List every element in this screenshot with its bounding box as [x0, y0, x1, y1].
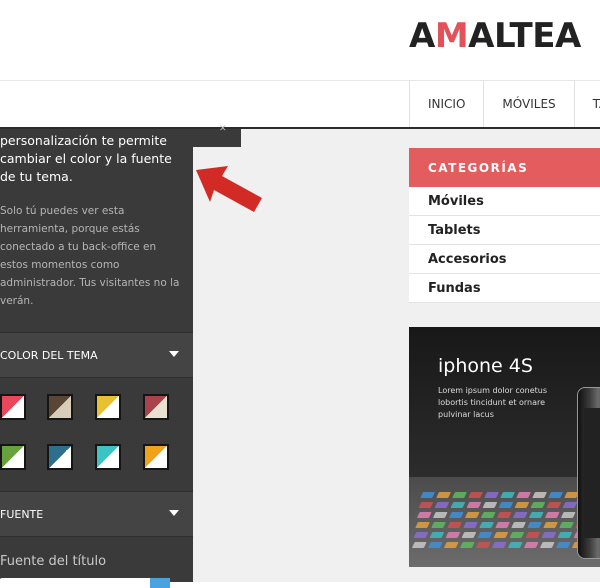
app-tile [452, 492, 467, 498]
color-swatch[interactable] [143, 444, 169, 470]
app-tile [514, 502, 530, 508]
categories-list: Móviles Tablets Accesorios Fundas [409, 187, 600, 303]
app-tile [413, 532, 429, 538]
app-tile [432, 512, 448, 518]
color-swatch[interactable] [0, 394, 26, 420]
panel-description: Solo tú puedes ver esta herramienta, por… [0, 205, 180, 307]
app-tiles-graphic [409, 492, 600, 552]
pointer-arrow-icon [196, 166, 262, 212]
select-button[interactable] [150, 578, 170, 588]
app-tile [416, 512, 432, 518]
app-tile [530, 502, 546, 508]
app-tile [544, 512, 560, 518]
category-item-fundas[interactable]: Fundas [409, 274, 600, 303]
logo-text-prefix: A [409, 16, 435, 56]
site-logo[interactable]: AMALTEA [409, 14, 581, 58]
app-tile [493, 532, 509, 538]
nav-item-inicio[interactable]: INICIO [410, 81, 485, 127]
app-tile [445, 532, 461, 538]
app-tile [512, 512, 528, 518]
chevron-down-icon [169, 351, 179, 357]
app-tile [532, 492, 547, 498]
color-swatch[interactable] [143, 394, 169, 420]
app-tile [546, 502, 562, 508]
app-tile [539, 542, 555, 548]
app-tile [511, 522, 526, 528]
app-tile [463, 522, 478, 528]
app-tile [479, 522, 494, 528]
app-tile [543, 522, 558, 528]
app-tile [448, 512, 464, 518]
logo-text-accent: M [434, 16, 469, 56]
app-tile [495, 522, 510, 528]
color-section-toggle[interactable]: COLOR DEL TEMA [0, 332, 193, 378]
color-swatch[interactable] [0, 444, 26, 470]
categories-heading: CATEGORÍAS [409, 148, 600, 187]
app-tile [491, 542, 507, 548]
app-tile [482, 502, 498, 508]
app-tile [466, 502, 482, 508]
app-tile [507, 542, 523, 548]
app-tile [431, 522, 446, 528]
main-nav: INICIO MÓVILES TA [409, 81, 600, 127]
app-tile [498, 502, 514, 508]
color-swatch[interactable] [95, 394, 121, 420]
app-tile [509, 532, 525, 538]
promo-title: iphone 4S [438, 355, 533, 377]
close-icon[interactable]: ✕ [219, 124, 227, 134]
promo-banner[interactable]: iphone 4S Lorem ipsum dolor conetus lobo… [409, 327, 600, 567]
app-tile [436, 492, 451, 498]
app-tile [541, 532, 557, 538]
app-tile [464, 512, 480, 518]
app-tile [557, 532, 573, 538]
phone-image [577, 387, 600, 559]
app-tile [523, 542, 539, 548]
app-tile [480, 512, 496, 518]
nav-item-tablets[interactable]: TA [575, 81, 600, 127]
app-tile [516, 492, 531, 498]
category-item-moviles[interactable]: Móviles [409, 187, 600, 216]
app-tile [434, 502, 450, 508]
app-tile [562, 502, 578, 508]
app-tile [477, 532, 493, 538]
app-tile [461, 532, 477, 538]
app-tile [527, 522, 542, 528]
app-tile [475, 542, 491, 548]
app-tile [427, 542, 443, 548]
color-section-label: COLOR DEL TEMA [0, 348, 98, 362]
app-tile [447, 522, 462, 528]
nav-item-moviles[interactable]: MÓVILES [484, 81, 575, 127]
app-tile [560, 512, 576, 518]
app-tile [528, 512, 544, 518]
panel-title: personalización te permite cambiar el co… [0, 133, 172, 184]
app-tile [429, 532, 445, 538]
app-tile [468, 492, 483, 498]
app-tile [418, 502, 434, 508]
app-tile [559, 522, 574, 528]
color-swatch[interactable] [95, 444, 121, 470]
category-item-accesorios[interactable]: Accesorios [409, 245, 600, 274]
color-swatch[interactable] [47, 394, 73, 420]
app-tile [443, 542, 459, 548]
promo-text: Lorem ipsum dolor conetus lobortis tinci… [438, 386, 548, 419]
app-tile [411, 542, 427, 548]
app-tile [459, 542, 475, 548]
font-title-label: Fuente del título [0, 554, 107, 569]
chevron-down-icon [169, 510, 179, 516]
app-tile [420, 492, 435, 498]
app-tile [484, 492, 499, 498]
app-tile [415, 522, 430, 528]
app-tile [555, 542, 571, 548]
app-tile [548, 492, 563, 498]
logo-text-suffix: ALTEA [468, 16, 581, 56]
app-tile [496, 512, 512, 518]
app-tile [525, 532, 541, 538]
app-tile [500, 492, 515, 498]
category-item-tablets[interactable]: Tablets [409, 216, 600, 245]
app-tile [450, 502, 466, 508]
font-section-label: FUENTE [0, 507, 44, 521]
font-title-select[interactable] [0, 578, 170, 588]
color-swatch[interactable] [47, 444, 73, 470]
font-section-toggle[interactable]: FUENTE [0, 491, 193, 537]
